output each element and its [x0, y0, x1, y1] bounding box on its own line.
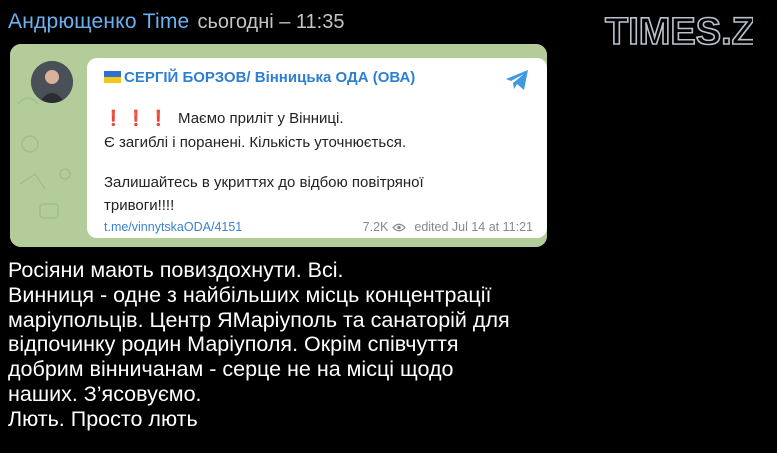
- source-channel-name: СЕРГІЙ БОРЗОВ/ Вінницька ОДА (ОВА): [124, 69, 416, 86]
- ukraine-flag-icon: [104, 71, 121, 83]
- eye-icon: [392, 223, 407, 231]
- message-line-1: ❗❗❗ Маємо приліт у Вінниці.: [104, 110, 344, 127]
- post-time: сьогодні – 11:35: [197, 11, 345, 33]
- edited-timestamp: edited Jul 14 at 11:21: [414, 220, 533, 234]
- embedded-post-screenshot: СЕРГІЙ БОРЗОВ/ Вінницька ОДА (ОВА) ❗❗❗ Ма…: [10, 44, 547, 247]
- forwarded-message-card: СЕРГІЙ БОРЗОВ/ Вінницька ОДА (ОВА) ❗❗❗ Ма…: [87, 58, 547, 238]
- body-line: Лють. Просто лють: [8, 406, 198, 431]
- post-meta: 7.2K edited Jul 14 at 11:21: [363, 220, 533, 234]
- site-watermark-logo: TIMES.ZT: [603, 10, 777, 54]
- view-count: 7.2K: [362, 220, 389, 234]
- watermark-text: TIMES.ZT: [605, 11, 753, 52]
- source-channel[interactable]: СЕРГІЙ БОРЗОВ/ Вінницька ОДА (ОВА): [104, 69, 415, 86]
- channel-name[interactable]: Андрющенко Time: [8, 10, 189, 34]
- body-line: відпочинку родин Маріуполя. Окрім співчу…: [8, 332, 459, 357]
- body-line: добрим вінничанам - серце не на місці що…: [8, 357, 454, 382]
- message-line-2: Є загиблі і поранені. Кількість уточнюєт…: [104, 134, 406, 151]
- post-header: Андрющенко Time сьогодні – 11:35: [8, 10, 344, 36]
- post-link[interactable]: t.me/vinnytskaODA/4151: [104, 220, 242, 234]
- exclamation-icons: ❗❗❗: [104, 110, 173, 127]
- message-line-4: тривоги!!!!: [104, 197, 175, 214]
- body-line: Винниця - одне з найбільших місць концен…: [8, 282, 492, 307]
- post-body: Росіяни мають повиздохнути. Всі. Винниця…: [8, 258, 568, 432]
- body-line: маріупольців. Центр ЯМаріуполь та санато…: [8, 307, 510, 332]
- telegram-icon[interactable]: [504, 68, 530, 92]
- body-line: Росіяни мають повиздохнути. Всі.: [8, 258, 344, 282]
- body-line: наших. З’ясовуємо.: [8, 381, 202, 406]
- channel-avatar[interactable]: [31, 61, 73, 103]
- message-line-3: Залишайтесь в укриттях до відбою повітря…: [104, 174, 424, 191]
